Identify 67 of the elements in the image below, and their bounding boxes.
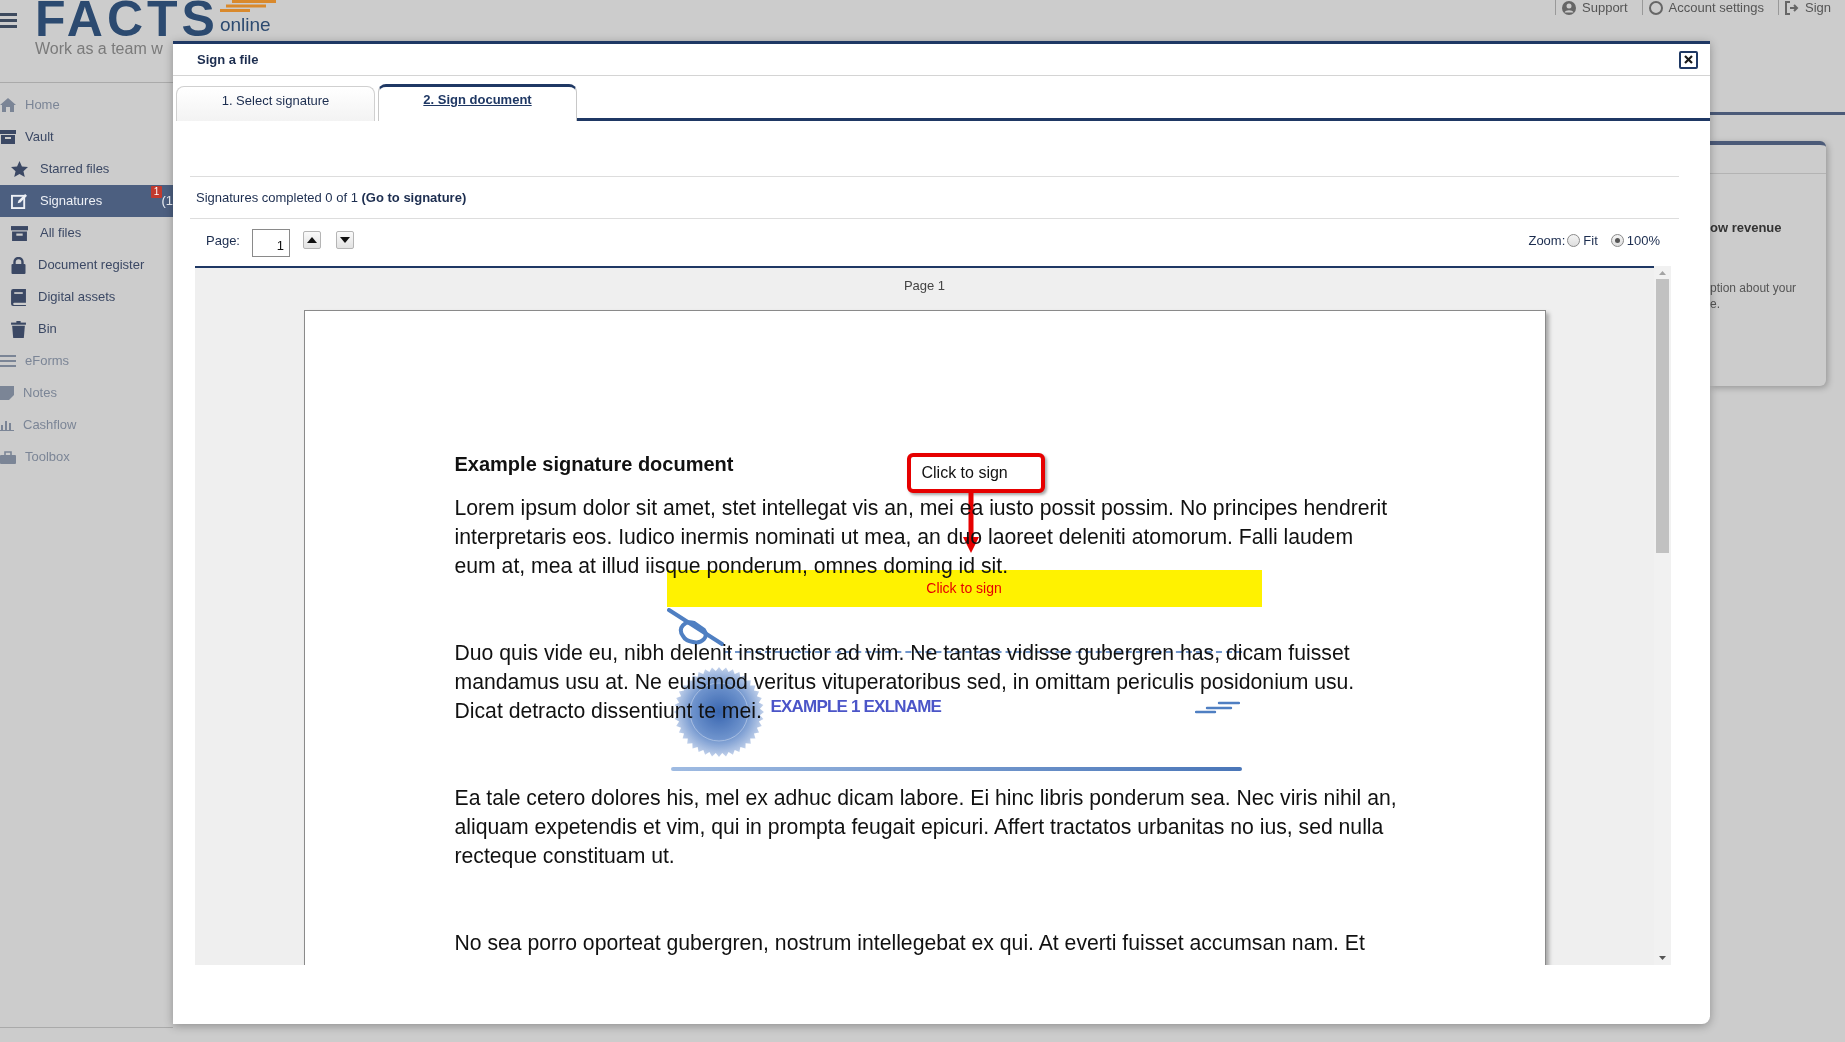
text-line: No sea porro oporteat gubergren, nostrum intellegebat ex qui. At everti fuisset accumsan nam. Et — [454, 930, 1365, 957]
tab[interactable]: 2. Sign document — [378, 84, 577, 121]
radio-button[interactable] — [1567, 234, 1581, 247]
item-count: (1 — [161, 192, 173, 211]
pen-icon — [666, 608, 725, 646]
logo-tagline: Work as a team w — [35, 39, 164, 58]
go-to-signature-link[interactable]: (Go to signature) — [361, 189, 467, 205]
circle-icon — [1648, 0, 1663, 15]
page-number-label: Page 1 — [903, 278, 946, 294]
text-line: Duo quis vide eu, nibh delenit instructior ad vim. Ne tantas vidisse gubergren has, dicam fuisset — [454, 640, 1350, 667]
sign-out-icon — [1784, 0, 1799, 15]
scrollbar-thumb[interactable] — [1656, 279, 1669, 553]
scrollbar[interactable] — [1654, 266, 1671, 965]
star-icon — [11, 161, 28, 177]
book-icon — [11, 288, 26, 306]
header-link[interactable]: Sign — [1777, 0, 1845, 15]
text-line: aliquam expetendis et vim, qui in prompta feugait epicuri. Affert tractatos urbanitas no ius, sed nulla — [454, 814, 1384, 841]
note-icon — [0, 386, 14, 400]
radio-button[interactable] — [1610, 234, 1624, 247]
document-heading: Example signature document — [454, 452, 734, 476]
card-text: ption about your — [1710, 280, 1798, 296]
radio-label: Fit — [1583, 231, 1598, 250]
previous-page-button[interactable] — [303, 230, 321, 249]
sidebar-item[interactable]: Digital assets — [0, 281, 173, 313]
close-icon — [1684, 55, 1693, 64]
sidebar-item[interactable]: Document register — [0, 249, 173, 281]
down-triangle-icon — [340, 236, 350, 243]
scroll-down-icon[interactable] — [1659, 956, 1666, 960]
page-number-field[interactable]: 1 — [252, 228, 290, 257]
page-label: Page: — [206, 231, 240, 250]
signatures-completed-text: Signatures completed 0 of 1 (Go to signature) — [196, 188, 467, 207]
home-icon — [0, 98, 16, 112]
bar-chart-icon — [0, 419, 14, 431]
lock-icon — [11, 256, 26, 274]
text-line: mandamus usu at. Ne euismod veritus vituperatoribus sed, in omittam periculis posidonium usu. — [454, 669, 1355, 696]
menu-icon[interactable] — [0, 13, 17, 28]
close-button[interactable] — [1679, 50, 1698, 69]
next-page-button[interactable] — [336, 230, 354, 249]
sidebar-item[interactable]: Vault — [0, 121, 173, 153]
edit-icon — [11, 193, 28, 209]
tab[interactable]: 1. Select signature — [176, 86, 375, 121]
sidebar-item[interactable]: All files — [0, 217, 173, 249]
notification-badge: 1 — [151, 186, 162, 198]
user-circle-icon — [1562, 0, 1577, 15]
list-icon — [0, 355, 16, 367]
sign-here-callout[interactable]: Click to sign — [906, 453, 1045, 493]
card-text: e. — [1710, 296, 1721, 312]
up-triangle-icon — [307, 236, 317, 243]
text-line: Ea tale cetero dolores his, mel ex adhuc dicam labore. Ei hinc libris ponderum sea. Nec viris nihil an, — [454, 785, 1397, 812]
logo-wordmark: FACTS — [35, 1, 219, 37]
card-title: ow revenue — [1710, 220, 1783, 236]
signature-name: EXAMPLE 1 EXLNAME — [770, 696, 942, 717]
text-line: recteque constituam ut. — [454, 843, 675, 870]
sidebar-item[interactable]: Bin — [0, 313, 173, 345]
header-link[interactable]: Account settings — [1641, 0, 1778, 15]
stroke-marks-icon — [1194, 701, 1240, 714]
archive-box-icon — [11, 225, 28, 241]
logo-stripes-icon — [219, 0, 276, 12]
toolbox-icon — [0, 450, 16, 464]
sidebar-item[interactable]: Starred files — [0, 153, 173, 185]
logo-suffix: online — [219, 15, 272, 35]
radio-label: 100% — [1626, 231, 1660, 250]
archive-box-icon — [0, 130, 16, 144]
header-link[interactable]: Support — [1555, 0, 1642, 15]
zoom-label: Zoom: — [1528, 231, 1566, 250]
trash-icon — [11, 320, 26, 338]
dialog-title: Sign a file — [197, 50, 259, 69]
